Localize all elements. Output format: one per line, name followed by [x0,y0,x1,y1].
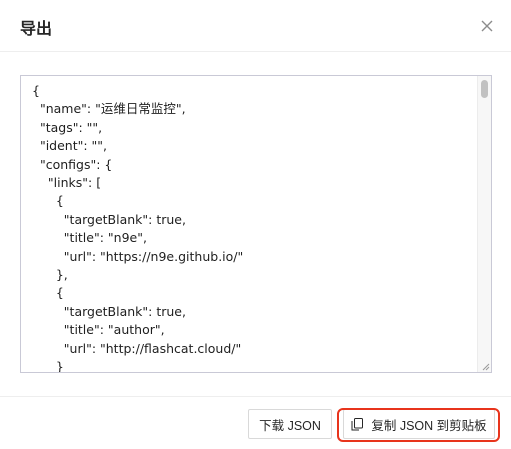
code-line: "configs": { [32,156,113,172]
code-line: { [32,285,64,301]
json-content: { "name": "运维日常监控", "tags": "", "ident":… [21,76,491,373]
code-line: "targetBlank": true, [32,211,186,227]
dialog-title: 导出 [20,21,53,38]
download-json-label: 下载 JSON [259,418,321,433]
code-line: "title": "author", [32,322,165,338]
code-line: { [32,193,64,209]
code-line: "url": "http://flashcat.cloud/" [32,340,242,356]
dialog-body: { "name": "运维日常监控", "tags": "", "ident":… [0,52,511,396]
code-line: "ident": "", [32,138,108,154]
code-line: { [32,83,40,98]
copy-icon [351,417,364,430]
copy-json-button[interactable]: 复制 JSON 到剪贴板 [343,409,495,439]
code-line: "url": "https://n9e.github.io/" [32,248,244,264]
dialog-header: 导出 [0,0,511,52]
code-line: "name": "运维日常监控", [32,101,186,117]
json-textarea[interactable]: { "name": "运维日常监控", "tags": "", "ident":… [20,75,492,373]
code-line: "targetBlank": true, [32,303,186,319]
vertical-scrollbar[interactable] [477,76,491,372]
close-icon[interactable] [478,17,496,35]
code-line: "title": "n9e", [32,230,147,246]
export-dialog: 导出 { "name": "运维日常监控", "tags": "", "iden… [0,0,511,449]
code-line: } [32,359,64,373]
dialog-footer: 下载 JSON 复制 JSON 到剪贴板 [0,396,511,449]
code-line: "tags": "", [32,119,103,135]
resize-handle-icon[interactable] [480,361,490,371]
download-json-button[interactable]: 下载 JSON [248,409,332,439]
copy-json-label: 复制 JSON 到剪贴板 [371,418,487,433]
scrollbar-thumb[interactable] [481,80,488,98]
code-line: "links": [ [32,175,102,191]
code-line: }, [32,267,68,283]
